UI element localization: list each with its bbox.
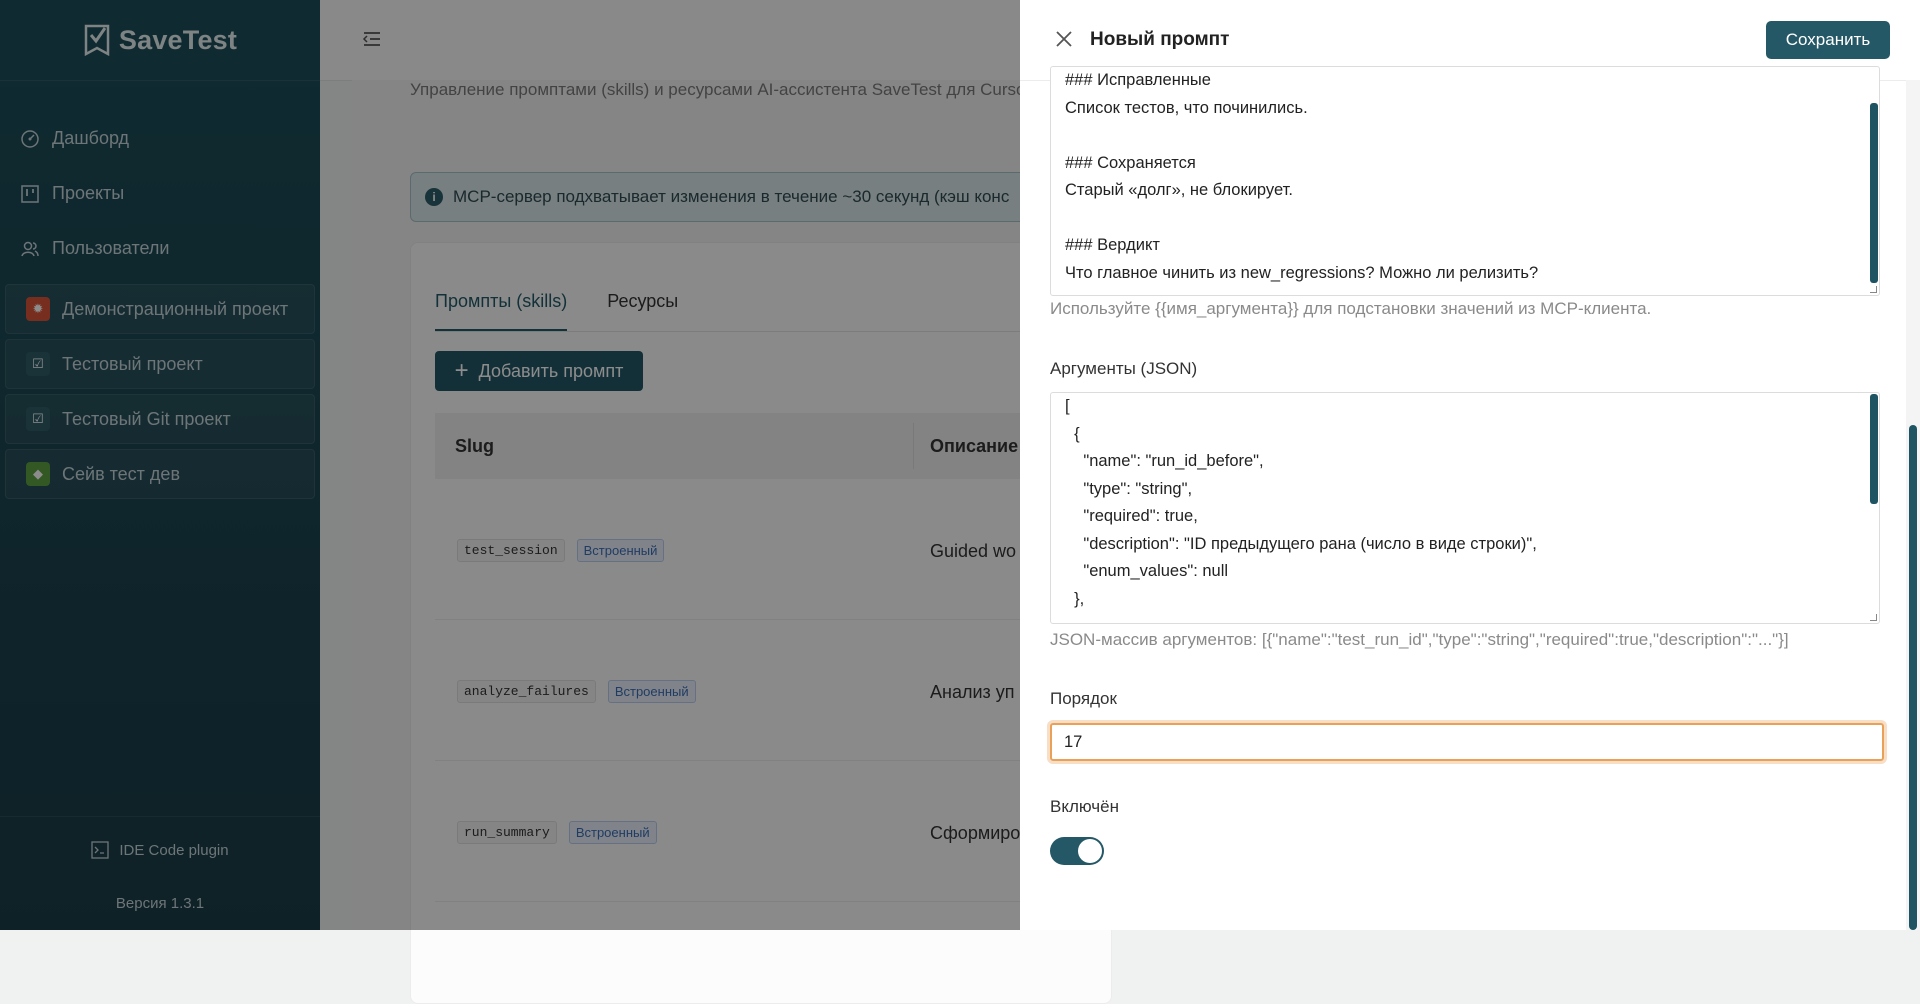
template-textarea[interactable]: ### Исправленные Список тестов, что почи… [1050, 66, 1880, 296]
order-input[interactable]: 17 [1050, 723, 1884, 761]
args-line: "enum_values": null [1065, 562, 1229, 580]
save-button[interactable]: Сохранить [1766, 21, 1890, 59]
drawer-scroll-thumb[interactable] [1909, 425, 1917, 930]
resize-handle[interactable] [1870, 614, 1877, 621]
arguments-textarea[interactable]: [ { "name": "run_id_before", "type": "st… [1050, 392, 1880, 624]
template-line: Что главное чинить из new_regressions? М… [1065, 263, 1539, 282]
close-icon[interactable] [1054, 29, 1074, 49]
args-line: "required": true, [1065, 507, 1198, 525]
enabled-label: Включён [1050, 797, 1119, 816]
enabled-toggle[interactable] [1050, 837, 1104, 865]
template-line: ### Сохраняется [1065, 153, 1196, 172]
arguments-label: Аргументы (JSON) [1050, 359, 1198, 378]
args-line: }, [1065, 589, 1085, 608]
template-line: ### Вердикт [1065, 236, 1160, 254]
template-scroll-thumb[interactable] [1870, 103, 1878, 283]
template-hint: Используйте {{имя_аргумента}} для подста… [1050, 299, 1652, 318]
arguments-scroll-thumb[interactable] [1870, 394, 1878, 504]
order-label: Порядок [1050, 689, 1117, 708]
args-line: "description": "ID предыдущего рана (чис… [1065, 534, 1537, 553]
template-line: Список тестов, что починились. [1065, 98, 1308, 117]
arguments-content: [ { "name": "run_id_before", "type": "st… [1051, 393, 1865, 613]
template-line [1051, 205, 1865, 233]
new-prompt-drawer: Новый промпт Сохранить ### Исправленные … [1020, 0, 1920, 930]
args-line: { [1065, 424, 1080, 443]
resize-handle[interactable] [1870, 286, 1877, 293]
arguments-hint: JSON-массив аргументов: [{"name":"test_r… [1050, 630, 1789, 649]
args-line: [ [1065, 397, 1070, 415]
args-line: "name": "run_id_before", [1065, 452, 1264, 470]
template-line: ### Исправленные [1065, 71, 1211, 89]
toggle-knob [1078, 839, 1102, 863]
template-scrollbar[interactable] [1869, 67, 1879, 295]
template-line [1051, 122, 1865, 150]
drawer-scrollbar[interactable] [1906, 80, 1920, 930]
template-line: Старый «долг», не блокирует. [1065, 181, 1293, 199]
template-content: ### Исправленные Список тестов, что почи… [1051, 67, 1865, 287]
drawer-title: Новый промпт [1090, 29, 1230, 50]
args-line: "type": "string", [1065, 479, 1193, 498]
arguments-scrollbar[interactable] [1869, 393, 1879, 623]
